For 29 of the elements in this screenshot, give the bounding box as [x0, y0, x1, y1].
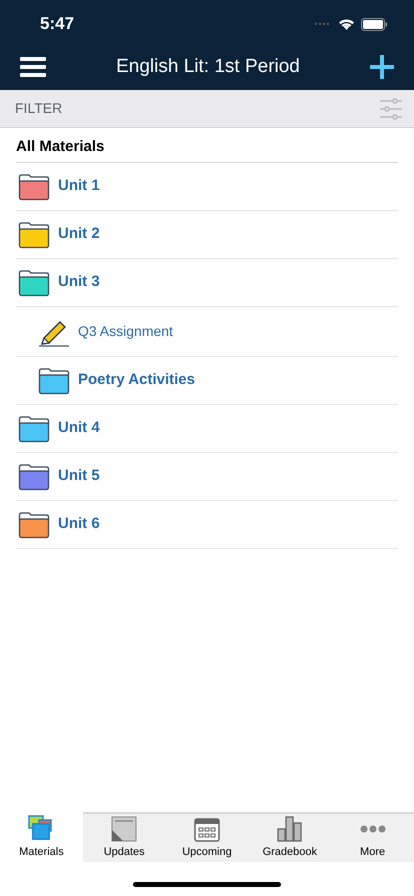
menu-button[interactable] [20, 56, 46, 78]
screen-title: English Lit: 1st Period [116, 54, 300, 79]
bar-chart-icon [276, 816, 303, 842]
signal-icon [314, 22, 332, 26]
filter-bar[interactable]: FILTER [0, 90, 414, 128]
tab-bar-item[interactable]: Updates [82, 812, 166, 862]
sliders-icon [380, 98, 402, 120]
filter-label: FILTER [15, 99, 62, 118]
wifi-icon [338, 18, 355, 30]
tab-bar-item[interactable]: Gradebook [248, 812, 332, 862]
status-time: 5:47 [40, 13, 74, 36]
folder-row[interactable]: Poetry Activities [16, 357, 398, 405]
more-icon [360, 824, 386, 833]
plus-icon [370, 55, 394, 79]
assignment-row[interactable]: Q3 Assignment [16, 307, 398, 357]
folder-row[interactable]: Unit 6 [16, 501, 398, 549]
section-title: All Materials [16, 136, 104, 156]
battery-icon [361, 18, 388, 30]
document-icon [111, 816, 138, 842]
tab-bar-item[interactable]: Upcoming [166, 812, 248, 862]
folder-row[interactable]: Unit 1 [16, 163, 398, 211]
calendar-icon [194, 816, 220, 842]
add-button[interactable] [370, 55, 394, 79]
folder-row[interactable]: Unit 2 [16, 211, 398, 259]
folder-row[interactable]: Unit 4 [16, 405, 398, 453]
folder-row[interactable]: Unit 5 [16, 453, 398, 501]
folder-row[interactable]: Unit 3 [16, 259, 398, 307]
menu-icon [20, 56, 46, 78]
tab-bar-item[interactable]: More [331, 812, 414, 862]
